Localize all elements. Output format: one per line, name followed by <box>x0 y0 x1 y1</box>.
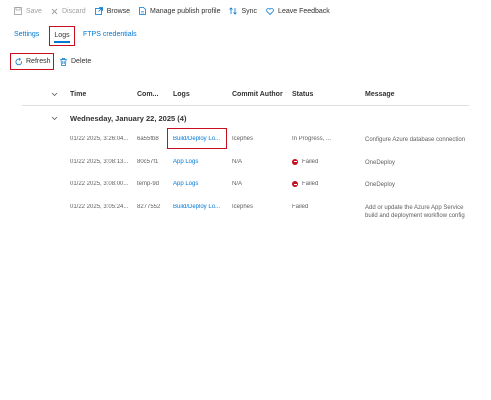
commit-cell: 8277552 <box>137 203 161 210</box>
logs-action-bar: Refresh Delete <box>10 53 91 70</box>
save-icon <box>14 7 22 15</box>
status-text: Failed <box>302 181 319 187</box>
manage-publish-profile-label: Manage publish profile <box>150 7 221 15</box>
tab-logs-label: Logs <box>54 32 70 39</box>
table-row[interactable]: 01/22 2025, 3:08:00... temp-9d App Logs … <box>22 175 469 198</box>
delete-button[interactable]: Delete <box>60 57 92 66</box>
status-cell: Failed <box>292 181 360 187</box>
tab-settings[interactable]: Settings <box>14 31 39 38</box>
time-cell: 01/22 2025, 3:08:00... <box>70 181 129 187</box>
message-cell: Configure Azure database connection <box>365 137 466 143</box>
command-bar: Save Discard Browse Manage publish profi… <box>14 4 339 18</box>
deployment-logs-grid: Time Com... Logs Commit Author Status Me… <box>22 86 469 232</box>
save-label: Save <box>26 7 42 15</box>
tab-strip: Settings Logs FTPS credentials <box>14 26 137 47</box>
time-cell: 01/22 2025, 3:05:24... <box>70 203 129 210</box>
logs-link[interactable]: Build/Deploy Lo... <box>173 204 229 210</box>
open-external-icon <box>94 7 103 15</box>
group-label: Wednesday, January 22, 2025 (4) <box>70 114 187 123</box>
status-text: In Progress, ... <box>292 136 332 142</box>
manage-publish-profile-button[interactable]: Manage publish profile <box>139 7 220 15</box>
grid-header: Time Com... Logs Commit Author Status Me… <box>22 86 469 106</box>
status-cell: Failed <box>292 158 360 165</box>
column-header-commit-author[interactable]: Commit Author <box>232 91 283 98</box>
close-icon <box>51 8 58 15</box>
column-header-logs[interactable]: Logs <box>173 91 190 98</box>
sync-icon <box>229 7 238 15</box>
browse-label: Browse <box>106 7 131 15</box>
group-header[interactable]: Wednesday, January 22, 2025 (4) <box>22 106 469 130</box>
status-cell: Failed <box>292 204 360 210</box>
save-button[interactable]: Save <box>14 7 42 15</box>
status-text: Failed <box>292 203 309 210</box>
discard-button[interactable]: Discard <box>51 8 86 15</box>
author-cell: Icephes <box>232 136 254 142</box>
column-header-message[interactable]: Message <box>365 91 395 98</box>
column-header-commit[interactable]: Com... <box>137 91 158 98</box>
commit-cell: 80c57f1 <box>137 158 159 165</box>
table-row[interactable]: 01/22 2025, 3:08:13... 80c57f1 App Logs … <box>22 153 469 176</box>
tab-ftps-credentials[interactable]: FTPS credentials <box>83 31 137 38</box>
message-cell: Add or update the Azure App Service buil… <box>365 204 465 220</box>
time-cell: 01/22 2025, 3:08:13... <box>70 158 129 165</box>
group-chevron-icon[interactable] <box>51 116 58 121</box>
selected-tab-indicator <box>54 41 70 43</box>
tab-logs[interactable]: Logs <box>49 26 75 46</box>
author-cell: N/A <box>232 181 243 187</box>
column-header-time[interactable]: Time <box>70 91 86 98</box>
error-icon <box>292 181 298 187</box>
error-icon <box>292 158 298 165</box>
sync-button[interactable]: Sync <box>229 7 257 15</box>
leave-feedback-label: Leave Feedback <box>278 7 330 15</box>
table-row[interactable]: 01/22 2025, 3:26:04... 6a55fb8 Build/Dep… <box>22 128 469 153</box>
logs-link[interactable]: App Logs <box>173 181 229 187</box>
refresh-button[interactable]: Refresh <box>10 53 54 70</box>
message-cell: OneDeploy <box>365 159 396 166</box>
trash-icon <box>60 57 67 66</box>
sync-label: Sync <box>241 7 258 15</box>
time-cell: 01/22 2025, 3:26:04... <box>70 136 129 142</box>
discard-label: Discard <box>61 7 86 15</box>
heart-icon <box>266 7 274 15</box>
column-header-status[interactable]: Status <box>292 91 313 98</box>
status-text: Failed <box>302 158 319 165</box>
logs-link[interactable]: App Logs <box>173 159 229 165</box>
browse-button[interactable]: Browse <box>94 7 131 15</box>
refresh-label: Refresh <box>26 58 51 65</box>
logs-link[interactable]: Build/Deploy Lo... <box>173 136 229 142</box>
status-cell: In Progress, ... <box>292 136 360 142</box>
leave-feedback-button[interactable]: Leave Feedback <box>266 8 330 15</box>
document-icon <box>139 7 146 15</box>
delete-label: Delete <box>71 58 92 65</box>
commit-cell: temp-9d <box>137 181 160 187</box>
commit-cell: 6a55fb8 <box>137 136 159 142</box>
collapse-all-chevron-icon[interactable] <box>51 92 58 97</box>
message-cell: OneDeploy <box>365 182 396 188</box>
table-row[interactable]: 01/22 2025, 3:05:24... 8277552 Build/Dep… <box>22 198 469 232</box>
refresh-icon <box>15 57 23 66</box>
author-cell: Icephes <box>232 203 254 210</box>
author-cell: N/A <box>232 158 243 165</box>
